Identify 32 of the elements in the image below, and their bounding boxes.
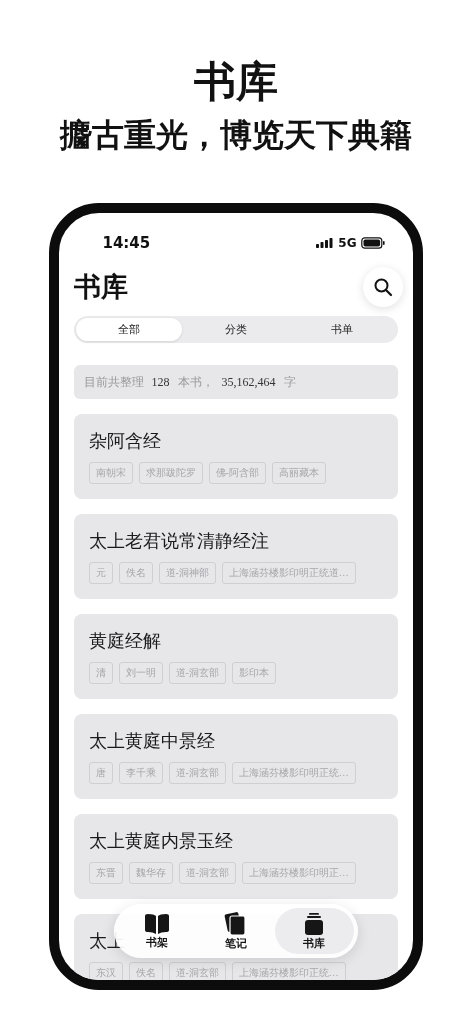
stat-label: 字 — [283, 373, 296, 391]
segment-tab[interactable]: 书单 — [288, 318, 396, 341]
segment-tab[interactable]: 全部 — [75, 318, 183, 341]
status-time: 14:45 — [102, 234, 151, 252]
book-stack-icon — [303, 912, 326, 936]
stat-number: 128 — [151, 374, 170, 390]
headline-subtitle: 攟古重光，博览天下典籍 — [59, 115, 412, 156]
stat-number: 35,162,464 — [221, 374, 276, 390]
book-title: 黄庭经解 — [88, 630, 161, 653]
book-tag: 东汉 — [88, 962, 123, 980]
book-icon — [143, 913, 170, 935]
network-label: 5G — [338, 236, 357, 250]
segment-tab[interactable]: 分类 — [182, 318, 289, 341]
search-button[interactable] — [362, 267, 403, 307]
book-title: 太上老君说常清静经注 — [88, 530, 269, 553]
notes-icon — [223, 912, 248, 936]
book-tag: 佚名 — [118, 562, 153, 584]
book-tag: 佚名 — [128, 962, 163, 980]
search-icon — [372, 277, 393, 297]
headline-title: 书库 — [193, 56, 278, 108]
book-title: 杂阿含经 — [88, 430, 161, 453]
book-tag: 魏华存 — [128, 862, 173, 884]
page-title: 书库 — [73, 270, 128, 304]
book-title: 太上黄庭内景玉经 — [88, 830, 233, 853]
battery-icon — [360, 237, 385, 249]
stat-label: 目前共整理 — [83, 373, 144, 391]
signal-icon — [316, 238, 335, 248]
book-title: 太上黄庭中景经 — [88, 730, 215, 753]
stat-label: 本书， — [177, 373, 214, 391]
nav-tab[interactable]: 书库 — [274, 908, 354, 954]
book-title: 太上 — [88, 930, 125, 953]
book-tag: 元 — [88, 562, 113, 584]
